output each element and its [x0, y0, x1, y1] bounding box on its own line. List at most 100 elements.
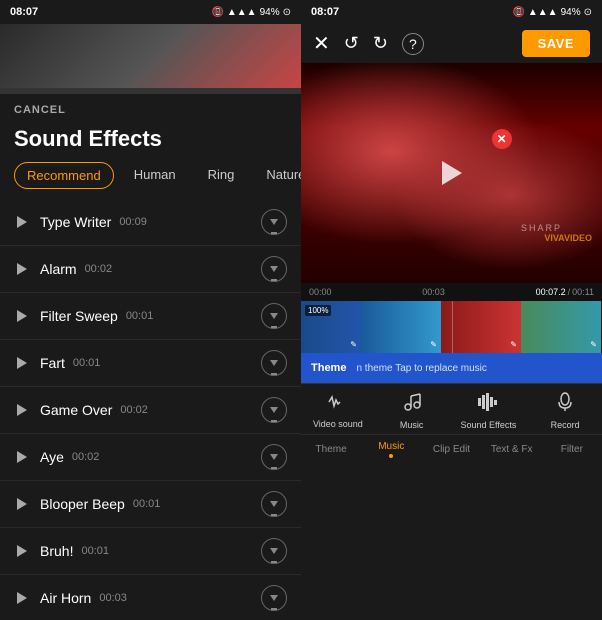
video-strip-2[interactable]: ✎	[361, 301, 441, 353]
bottom-tools: Video sound Music	[301, 383, 602, 434]
play-icon[interactable]	[14, 214, 30, 230]
sound-info: Aye 00:02	[40, 449, 261, 465]
save-button[interactable]: SAVE	[522, 30, 590, 57]
wifi-icon-r: ▲▲▲	[528, 7, 558, 18]
remove-badge[interactable]: ✕	[492, 129, 512, 149]
video-strip-3[interactable]: ✎	[441, 301, 521, 353]
play-icon[interactable]	[14, 590, 30, 606]
edit-icon: ✎	[510, 340, 517, 349]
play-icon[interactable]	[14, 402, 30, 418]
wifi-icon: ▲▲▲	[227, 7, 257, 18]
play-button[interactable]	[434, 155, 470, 191]
nav-text-fx[interactable]: Text & Fx	[489, 444, 535, 455]
download-button[interactable]	[261, 350, 287, 376]
download-button[interactable]	[261, 209, 287, 235]
list-item[interactable]: Type Writer 00:09	[0, 199, 301, 246]
close-icon[interactable]: ✕	[313, 31, 330, 56]
tab-nature[interactable]: Nature	[254, 162, 301, 189]
list-item[interactable]: Bruh! 00:01	[0, 528, 301, 575]
active-indicator	[389, 454, 393, 458]
sound-duration: 00:09	[119, 216, 147, 228]
play-icon[interactable]	[14, 355, 30, 371]
list-item[interactable]: Game Over 00:02	[0, 387, 301, 434]
sound-duration: 00:01	[133, 498, 161, 510]
timeline-marker: 00:03	[422, 287, 445, 297]
play-icon[interactable]	[14, 261, 30, 277]
status-bar-left: 08:07 📵 ▲▲▲ 94% ⊙	[0, 0, 301, 24]
sound-duration: 00:01	[126, 310, 154, 322]
sound-name: Blooper Beep	[40, 496, 125, 512]
sound-info: Alarm 00:02	[40, 261, 261, 277]
status-icons-right: 📵 ▲▲▲ 94% ⊙	[512, 7, 592, 18]
tool-sound-effects[interactable]: Sound Effects	[460, 392, 516, 430]
list-item[interactable]: Fart 00:01	[0, 340, 301, 387]
timeline-separator: /	[568, 287, 571, 297]
video-strip-1[interactable]: 100% ✎	[301, 301, 361, 353]
tool-record[interactable]: Record	[540, 392, 590, 430]
video-preview: SHARP VIVAVIDEO ✕	[301, 63, 602, 283]
tool-label-music: Music	[400, 420, 424, 430]
download-button[interactable]	[261, 303, 287, 329]
play-icon[interactable]	[14, 308, 30, 324]
video-sound-icon	[327, 393, 349, 416]
music-icon	[402, 392, 422, 417]
sound-duration: 00:02	[120, 404, 148, 416]
download-button[interactable]	[261, 444, 287, 470]
list-item[interactable]: Blooper Beep 00:01	[0, 481, 301, 528]
nav-label-theme: Theme	[316, 444, 347, 455]
video-editor-panel: 08:07 📵 ▲▲▲ 94% ⊙ ✕ ↺ ↻ ? SAVE SHARP VIV…	[301, 0, 602, 620]
bottom-nav: Theme Music Clip Edit Text & Fx Filter	[301, 434, 602, 466]
download-button[interactable]	[261, 397, 287, 423]
play-icon[interactable]	[14, 449, 30, 465]
tab-recommend[interactable]: Recommend	[14, 162, 114, 189]
download-button[interactable]	[261, 585, 287, 611]
charge-icon: ⊙	[283, 7, 291, 18]
play-icon[interactable]	[14, 543, 30, 559]
sound-name: Air Horn	[40, 590, 91, 606]
video-strip-4[interactable]: ✎	[521, 301, 601, 353]
list-item[interactable]: Aye 00:02	[0, 434, 301, 481]
help-icon[interactable]: ?	[402, 33, 424, 55]
redo-icon[interactable]: ↻	[373, 33, 388, 54]
timeline-current: 00:07.2	[536, 287, 566, 297]
sound-name: Filter Sweep	[40, 308, 118, 324]
video-thumbnail-left	[0, 24, 301, 94]
cancel-button[interactable]: CANCEL	[0, 94, 301, 122]
tool-label-sound-effects: Sound Effects	[460, 420, 516, 430]
undo-icon[interactable]: ↺	[344, 33, 359, 54]
sound-name: Game Over	[40, 402, 112, 418]
sound-name: Fart	[40, 355, 65, 371]
sound-effects-icon	[477, 392, 499, 417]
list-item[interactable]: Alarm 00:02	[0, 246, 301, 293]
download-button[interactable]	[261, 256, 287, 282]
download-button[interactable]	[261, 538, 287, 564]
sound-info: Bruh! 00:01	[40, 543, 261, 559]
nav-label-filter: Filter	[561, 444, 583, 455]
video-strips: 100% ✎ ✎ ✎ ✎	[301, 301, 602, 353]
nav-label-text-fx: Text & Fx	[491, 444, 533, 455]
tab-ring[interactable]: Ring	[196, 162, 247, 189]
download-button[interactable]	[261, 491, 287, 517]
theme-label: Theme	[311, 362, 346, 374]
timeline-start: 00:00	[309, 287, 332, 297]
tab-human[interactable]: Human	[122, 162, 188, 189]
sound-name: Type Writer	[40, 214, 111, 230]
page-title: Sound Effects	[0, 122, 301, 162]
status-icons-left: 📵 ▲▲▲ 94% ⊙	[211, 7, 291, 18]
list-item[interactable]: Air Horn 00:03	[0, 575, 301, 620]
tool-music[interactable]: Music	[387, 392, 437, 430]
list-item[interactable]: Filter Sweep 00:01	[0, 293, 301, 340]
nav-filter[interactable]: Filter	[549, 444, 595, 455]
top-controls-left: ✕ ↺ ↻ ?	[313, 31, 424, 56]
nav-clip-edit[interactable]: Clip Edit	[428, 444, 474, 455]
nav-theme[interactable]: Theme	[308, 444, 354, 455]
tool-label-video-sound: Video sound	[313, 419, 363, 429]
sound-name: Alarm	[40, 261, 77, 277]
nav-music[interactable]: Music	[368, 441, 414, 458]
sound-effects-panel: 08:07 📵 ▲▲▲ 94% ⊙ CANCEL Sound Effects R…	[0, 0, 301, 620]
tool-video-sound[interactable]: Video sound	[313, 393, 363, 429]
sound-info: Air Horn 00:03	[40, 590, 261, 606]
sound-name: Aye	[40, 449, 64, 465]
sound-name: Bruh!	[40, 543, 73, 559]
play-icon[interactable]	[14, 496, 30, 512]
